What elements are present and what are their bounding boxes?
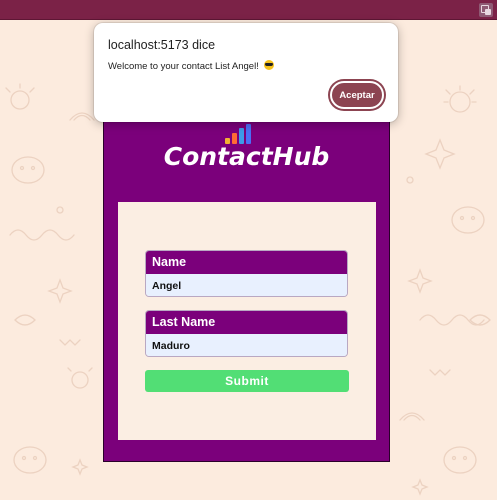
last-name-field-label: Last Name	[146, 311, 347, 334]
name-field-label: Name	[146, 251, 347, 274]
dialog-message-text: Welcome to your contact List Angel!	[108, 61, 259, 72]
sunglasses-emoji-icon	[263, 60, 274, 70]
app-brand-title: ContactHub	[163, 142, 330, 171]
dialog-message: Welcome to your contact List Angel!	[108, 60, 274, 72]
translate-icon[interactable]	[479, 3, 493, 17]
name-field-group: Name	[145, 250, 348, 297]
contacthub-logo-icon	[225, 122, 261, 144]
form-panel: Name Last Name Submit	[118, 202, 376, 440]
name-input[interactable]	[146, 274, 347, 296]
dialog-title: localhost:5173 dice	[108, 38, 216, 52]
alert-dialog: localhost:5173 dice Welcome to your cont…	[94, 23, 398, 122]
last-name-input[interactable]	[146, 334, 347, 356]
contact-form-card: ContactHub Name Last Name Submit	[103, 115, 390, 462]
browser-top-bar	[0, 0, 497, 20]
accept-button[interactable]: Aceptar	[330, 81, 384, 109]
last-name-field-group: Last Name	[145, 310, 348, 357]
submit-button[interactable]: Submit	[145, 370, 349, 392]
